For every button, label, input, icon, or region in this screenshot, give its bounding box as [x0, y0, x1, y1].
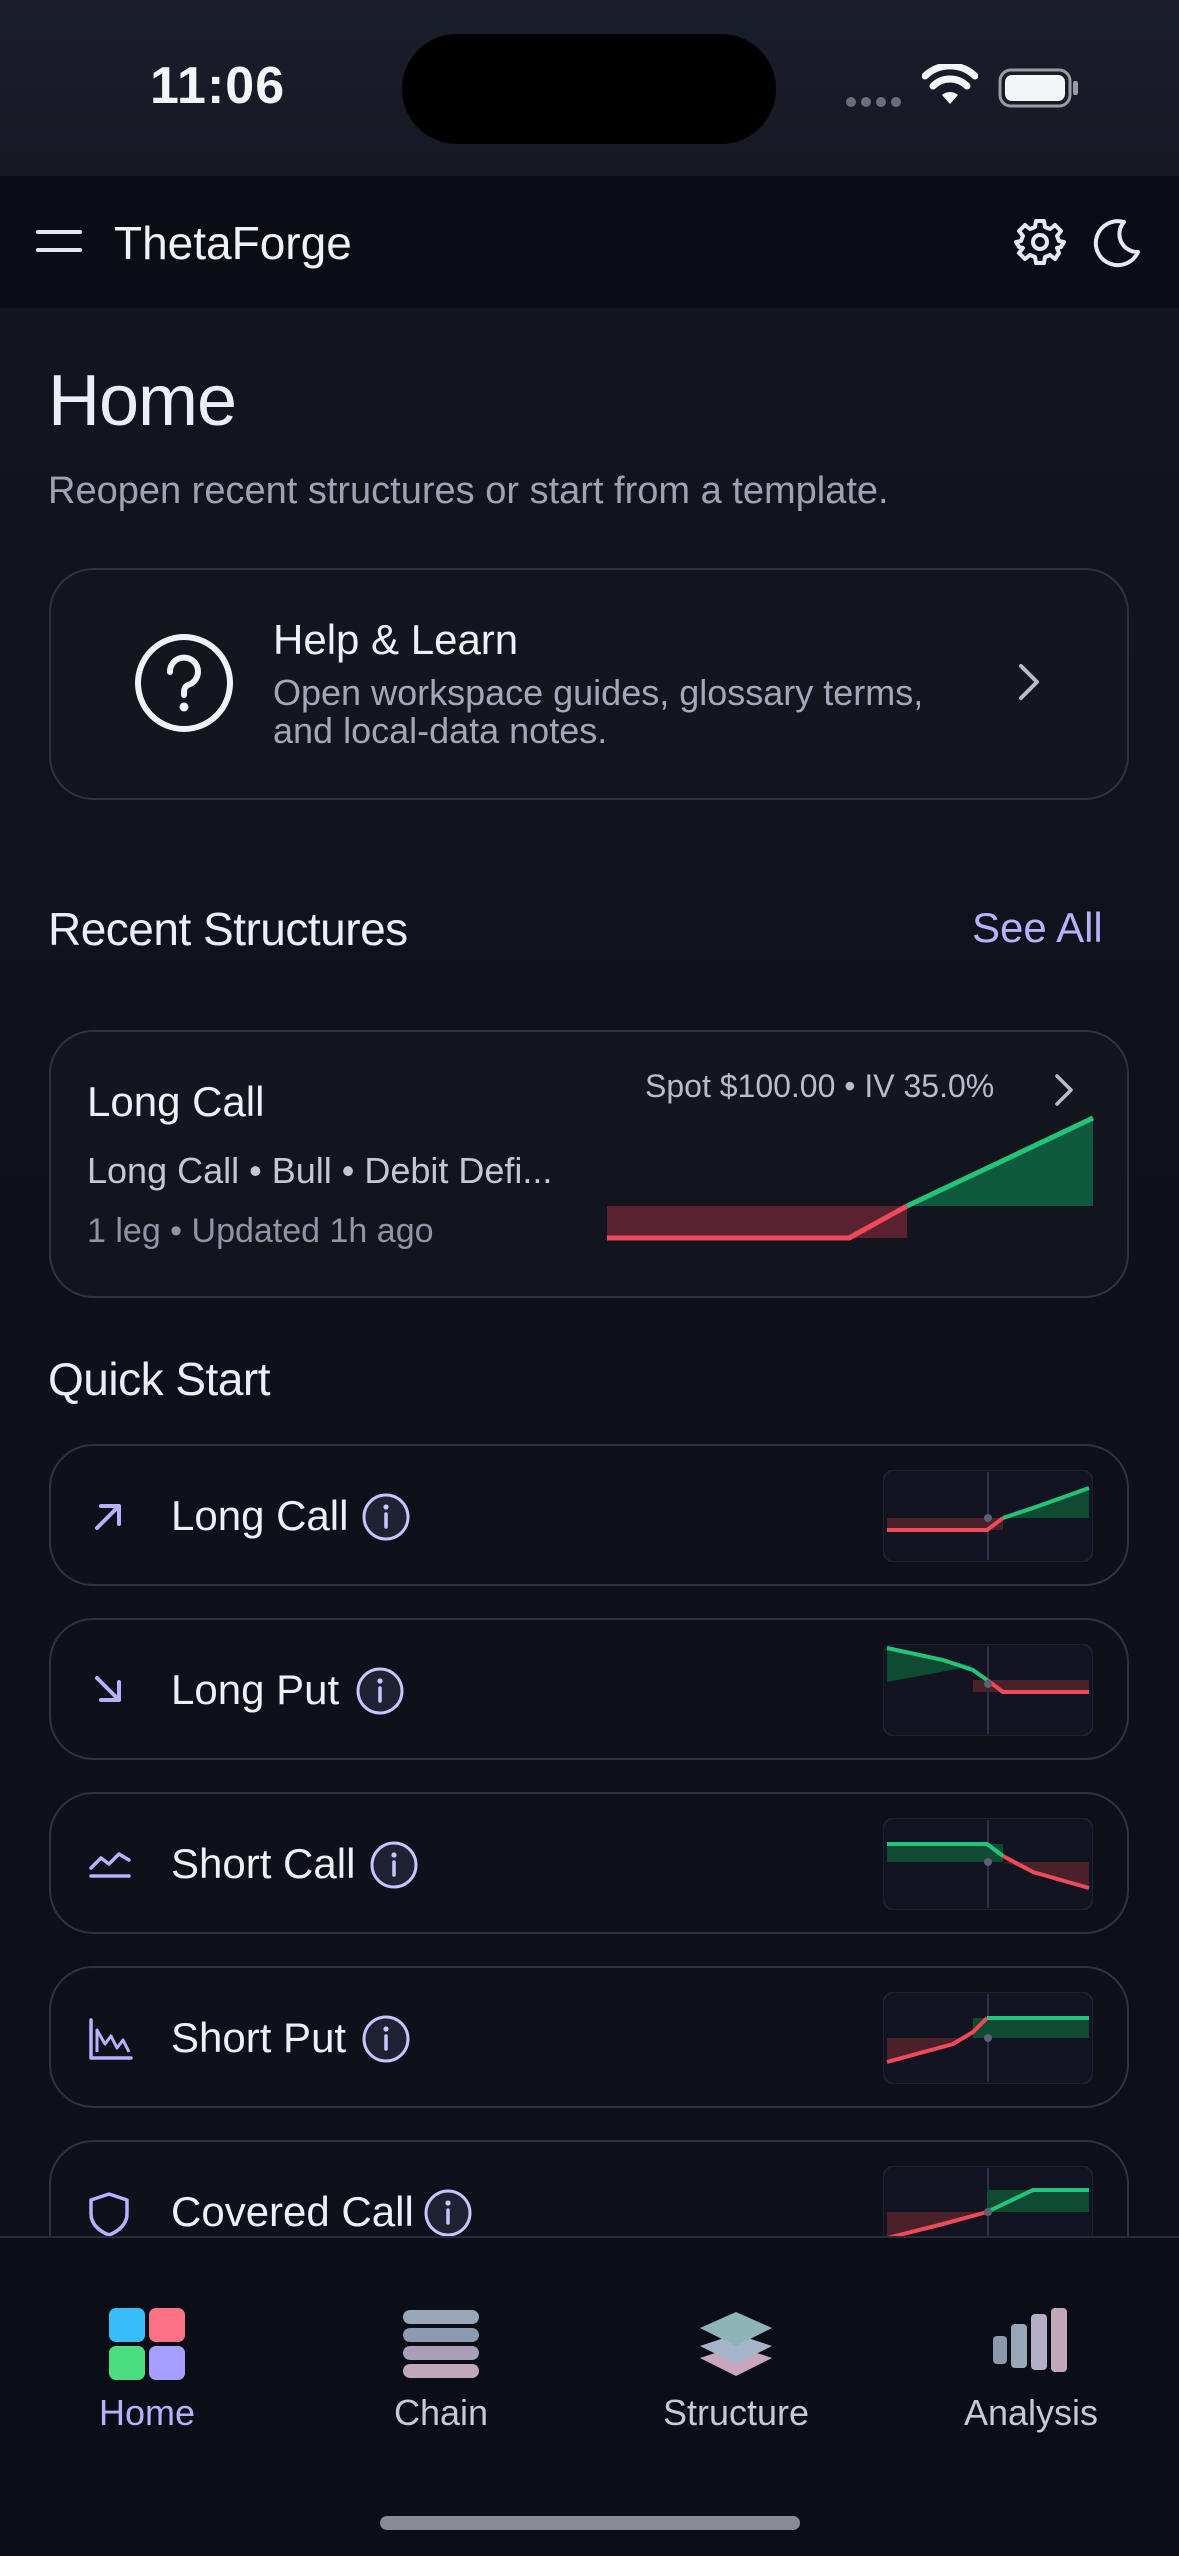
info-icon[interactable]	[355, 1666, 405, 1716]
quick-start-label: Long Put	[171, 1666, 340, 1713]
recent-structure-updated: 1 leg • Updated 1h ago	[87, 1212, 434, 1250]
wifi-icon	[922, 64, 978, 104]
home-grid-icon	[109, 2308, 185, 2380]
quick-start-long-put[interactable]: Long Put	[49, 1618, 1129, 1760]
chain-list-icon	[403, 2310, 479, 2378]
quick-start-label: Covered Call	[171, 2188, 414, 2235]
chevron-right-icon	[1019, 664, 1039, 700]
help-card-description: Open workspace guides, glossary terms, a…	[273, 672, 924, 751]
quick-start-label: Short Put	[171, 2014, 347, 2061]
home-indicator	[380, 2516, 800, 2530]
mini-payoff-chart	[883, 1818, 1093, 1910]
quick-start-short-call[interactable]: Short Call	[49, 1792, 1129, 1934]
gear-icon[interactable]	[1014, 216, 1066, 268]
help-card-title: Help & Learn	[273, 616, 519, 663]
question-circle-icon	[135, 634, 233, 732]
tab-structure[interactable]: Structure	[626, 2270, 846, 2433]
quick-start-heading: Quick Start	[48, 1353, 271, 1405]
cellular-signal-icon	[846, 94, 906, 107]
home-screen: 11:06 ThetaForge Home Reopen recent stru…	[0, 0, 1179, 2556]
info-icon[interactable]	[369, 1840, 419, 1890]
tab-analysis[interactable]: Analysis	[921, 2270, 1141, 2433]
app-header: ThetaForge	[0, 176, 1179, 308]
bar-chart-icon	[993, 2308, 1067, 2372]
payoff-chart	[607, 1115, 1095, 1241]
tab-home[interactable]: Home	[37, 2270, 257, 2433]
bar-chart-icon	[89, 2018, 133, 2060]
info-icon[interactable]	[361, 2014, 411, 2064]
quick-start-short-put[interactable]: Short Put	[49, 1966, 1129, 2108]
tab-chain[interactable]: Chain	[331, 2270, 551, 2433]
shield-icon	[89, 2192, 129, 2237]
bottom-tab-bar: Home Chain Structure Analysis	[0, 2236, 1179, 2556]
recent-structure-meta: Long Call • Bull • Debit Defi...	[87, 1150, 553, 1191]
quick-start-long-call[interactable]: Long Call	[49, 1444, 1129, 1586]
tab-label: Home	[98, 2392, 196, 2433]
quick-start-label: Long Call	[171, 1492, 349, 1539]
tab-label: Analysis	[963, 2392, 1099, 2433]
tab-label: Chain	[393, 2392, 489, 2433]
moon-icon[interactable]	[1090, 216, 1144, 270]
info-icon[interactable]	[361, 1492, 411, 1542]
chevron-right-icon	[1055, 1074, 1073, 1106]
battery-icon	[998, 68, 1078, 108]
recent-structure-card[interactable]: Long Call Long Call • Bull • Debit Defi.…	[49, 1030, 1129, 1298]
info-icon[interactable]	[423, 2188, 473, 2238]
tab-label: Structure	[662, 2392, 810, 2433]
dynamic-island	[402, 34, 776, 144]
page-title: Home	[48, 361, 237, 441]
recent-structure-title: Long Call	[87, 1078, 265, 1125]
help-learn-card[interactable]: Help & Learn Open workspace guides, glos…	[49, 568, 1129, 800]
recent-structures-heading: Recent Structures	[48, 903, 408, 955]
mini-payoff-chart	[883, 1992, 1093, 2084]
status-time: 11:06	[150, 57, 286, 115]
arrow-up-right-icon	[95, 1504, 121, 1530]
area-chart-icon	[89, 1852, 131, 1878]
status-bar: 11:06	[0, 0, 1179, 176]
mini-payoff-chart	[883, 1470, 1093, 1562]
arrow-down-right-icon	[95, 1676, 121, 1702]
app-title: ThetaForge	[114, 217, 352, 269]
see-all-link[interactable]: See All	[972, 904, 1103, 952]
quick-start-label: Short Call	[171, 1840, 356, 1887]
menu-icon[interactable]	[36, 222, 82, 262]
page-subtitle: Reopen recent structures or start from a…	[48, 470, 889, 512]
layers-icon	[700, 2312, 772, 2376]
recent-structure-spot-iv: Spot $100.00 • IV 35.0%	[645, 1068, 995, 1104]
mini-payoff-chart	[883, 1644, 1093, 1736]
